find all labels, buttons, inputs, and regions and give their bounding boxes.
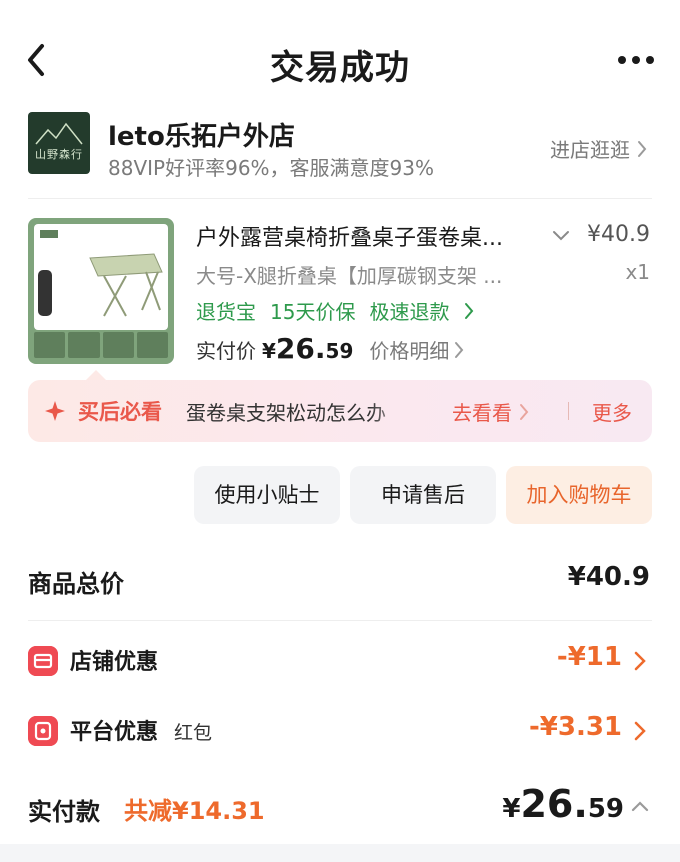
divider <box>28 620 652 621</box>
bottom-spacer <box>0 844 680 862</box>
red-packet-icon <box>28 716 58 746</box>
total-saved: 共减¥14.31 <box>124 797 265 825</box>
service-tags[interactable]: 退货宝 15天价保 极速退款 <box>196 296 475 325</box>
must-read-message[interactable]: 蛋卷桌支架松动怎么办 <box>186 397 416 426</box>
chevron-right-icon <box>634 651 646 671</box>
price-detail-link[interactable]: 价格明细 <box>369 335 465 364</box>
must-read-banner[interactable]: 买后必看 蛋卷桌支架松动怎么办 去看看 更多 <box>28 370 652 442</box>
chevron-down-icon[interactable] <box>550 224 572 246</box>
banner-notch <box>86 370 106 380</box>
chevron-right-icon <box>520 403 529 420</box>
product-price: ¥40.9 <box>587 222 650 247</box>
total-price-value: ¥40.9 <box>567 562 650 592</box>
chevron-up-icon[interactable] <box>630 798 650 814</box>
amount-paid-row[interactable]: 实付款 共减¥14.31 ¥26. 59 <box>28 782 652 834</box>
divider <box>28 198 652 199</box>
chevron-right-icon <box>638 140 647 157</box>
product-image <box>34 224 168 330</box>
platform-discount-row[interactable]: 平台优惠 红包 -¥3.31 <box>28 712 652 748</box>
chevron-right-icon <box>465 302 474 319</box>
page-title: 交易成功 <box>270 48 410 88</box>
chevron-right-icon <box>455 341 464 358</box>
paid-price-label: 实付价 <box>196 339 256 363</box>
more-dots-icon[interactable] <box>616 50 656 70</box>
enter-shop-link[interactable]: 进店逛逛 <box>550 134 648 163</box>
product-thumbnail[interactable] <box>28 218 174 364</box>
product-item[interactable]: 户外露营桌椅折叠桌子蛋卷桌... ¥40.9 大号-X腿折叠桌【加厚碳钢支架 .… <box>28 218 652 368</box>
total-price-label: 商品总价 <box>28 570 124 598</box>
amount-paid-value: ¥26. 59 <box>502 782 624 826</box>
go-see-link[interactable]: 去看看 <box>452 397 530 426</box>
product-qty: x1 <box>625 260 650 284</box>
shop-coupon-icon <box>28 646 58 676</box>
amount-paid-label: 实付款 <box>28 798 100 826</box>
add-to-cart-button[interactable]: 加入购物车 <box>506 466 652 524</box>
shop-discount-label: 店铺优惠 <box>70 650 159 675</box>
shop-logo: 山野森行 <box>28 112 90 174</box>
nav-bar: 交易成功 <box>0 0 680 110</box>
platform-discount-value: -¥3.31 <box>528 712 622 742</box>
more-link[interactable]: 更多 <box>592 397 632 426</box>
platform-discount-sub: 红包 <box>174 722 213 744</box>
after-sale-button[interactable]: 申请售后 <box>350 466 496 524</box>
paid-price-amount: ¥26.59 <box>262 332 354 365</box>
shop-name[interactable]: leto乐拓户外店 <box>108 116 295 153</box>
must-read-title: 买后必看 <box>78 400 162 424</box>
product-thumb-strip <box>34 332 168 358</box>
shop-discount-row[interactable]: 店铺优惠 -¥11 <box>28 642 652 678</box>
product-paid-price: 实付价 ¥26.59 价格明细 <box>196 332 465 365</box>
total-price-row: 商品总价 ¥40.9 <box>28 562 652 602</box>
product-title[interactable]: 户外露营桌椅折叠桌子蛋卷桌... <box>196 220 503 252</box>
service-tag: 退货宝 <box>196 300 256 324</box>
enter-shop-label: 进店逛逛 <box>550 138 630 162</box>
service-tag: 15天价保 <box>270 300 356 324</box>
usage-tips-button[interactable]: 使用小贴士 <box>194 466 340 524</box>
service-tag: 极速退款 <box>369 300 450 324</box>
shop-discount-value: -¥11 <box>556 642 622 672</box>
product-spec: 大号-X腿折叠桌【加厚碳钢支架 ... <box>196 264 503 288</box>
shop-rating: 88VIP好评率96%，客服满意度93% <box>108 156 434 180</box>
platform-discount-label: 平台优惠 <box>70 720 159 745</box>
chevron-right-icon <box>634 721 646 741</box>
folding-table-image <box>38 230 163 317</box>
banner-separator <box>568 402 569 420</box>
shop-header[interactable]: 山野森行 leto乐拓户外店 88VIP好评率96%，客服满意度93% 进店逛逛 <box>28 112 652 198</box>
sparkle-icon <box>45 401 65 421</box>
shop-logo-text: 山野森行 <box>35 148 83 161</box>
